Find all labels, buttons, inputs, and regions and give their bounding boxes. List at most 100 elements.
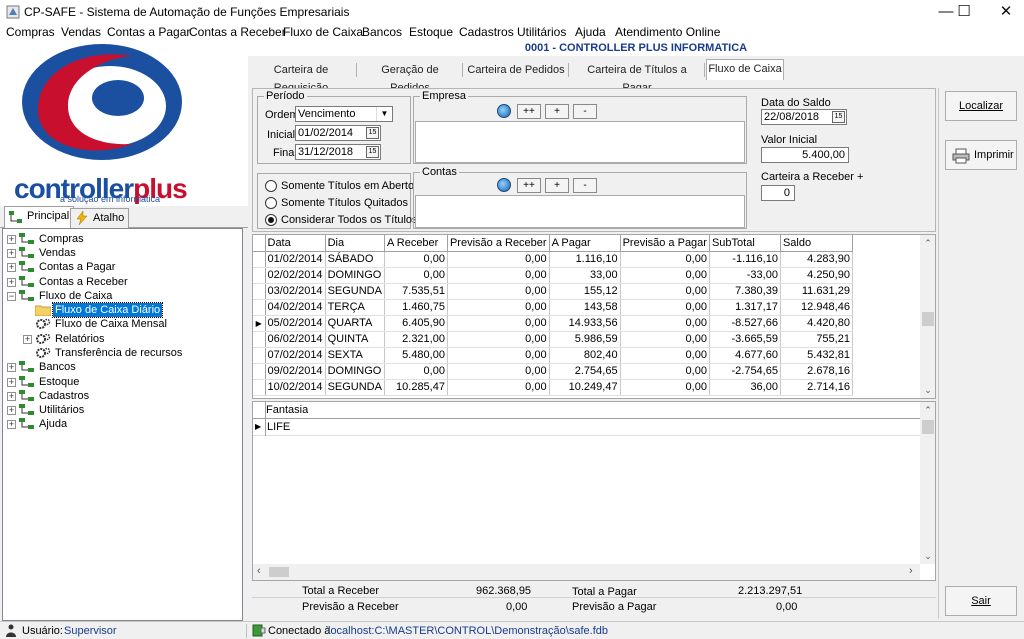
menu-bancos[interactable]: Bancos — [362, 24, 402, 40]
tab-carteira-titulos-pagar[interactable]: Carteira de Títulos a Pagar — [572, 61, 702, 94]
table-cell: 10.249,47 — [549, 379, 621, 396]
menu-cadastros[interactable]: Cadastros — [459, 24, 514, 40]
carteira-receber-input[interactable]: 0 — [761, 185, 795, 201]
menu-ajuda[interactable]: Ajuda — [575, 24, 606, 40]
menu-compras[interactable]: Compras — [6, 24, 55, 40]
radio-titulos-quitados[interactable]: Somente Títulos Quitados — [265, 196, 408, 210]
radio-todos-titulos[interactable]: Considerar Todos os Títulos — [265, 213, 418, 227]
tab-carteira-pedidos[interactable]: Carteira de Pedidos — [466, 61, 566, 80]
scroll-up-icon[interactable]: ⌃ — [920, 402, 935, 418]
contas-add-all-button[interactable]: ++ — [517, 178, 541, 193]
table-cell: 5.986,59 — [549, 331, 621, 348]
menu-bar: Compras Vendas Contas a Pagar Contas a R… — [0, 24, 1024, 40]
table-cell: 33,00 — [549, 267, 621, 284]
table-row[interactable]: 07/02/2014 SEXTA 5.480,00 0,00 802,40 0,00 4.6… — [253, 347, 853, 364]
calendar-icon[interactable]: 15 — [366, 127, 379, 139]
contas-list[interactable] — [415, 195, 745, 228]
column-header[interactable]: A Receber — [384, 235, 448, 252]
expand-icon[interactable]: + — [7, 363, 16, 372]
menu-utilitarios[interactable]: Utilitários — [517, 24, 566, 40]
inicial-date-field[interactable]: 01/02/2014 15 — [295, 125, 381, 141]
maximize-button[interactable]: ☐ — [944, 0, 984, 24]
ordem-select[interactable]: Vencimento ▼ — [295, 106, 393, 122]
contas-remove-button[interactable]: - — [573, 178, 597, 193]
module-tabs: Carteira de Requisição Geração de Pedido… — [248, 58, 938, 94]
gear-icon — [36, 318, 51, 329]
globe-icon[interactable] — [497, 178, 511, 192]
expand-icon[interactable]: + — [7, 278, 16, 287]
table-row[interactable]: 03/02/2014 SEGUNDA 7.535,51 0,00 155,12 0,00 7… — [253, 283, 853, 300]
contas-add-button[interactable]: + — [545, 178, 569, 193]
scroll-left-icon[interactable]: ‹ — [257, 565, 261, 577]
tab-carteira-requisicao[interactable]: Carteira de Requisição — [248, 61, 354, 94]
menu-estoque[interactable]: Estoque — [409, 24, 453, 40]
expand-icon[interactable]: + — [7, 235, 16, 244]
subgrid-vertical-scrollbar[interactable]: ⌃ ⌄ — [920, 402, 935, 564]
close-button[interactable]: ✕ — [986, 0, 1024, 24]
calendar-icon[interactable]: 15 — [832, 111, 845, 123]
fantasia-grid[interactable]: Fantasia ▶ LIFE ⌃ ⌄ ‹ › — [252, 401, 936, 581]
row-indicator — [253, 363, 266, 380]
table-cell: 4.250,90 — [780, 267, 853, 284]
expand-icon[interactable]: + — [7, 263, 16, 272]
table-row[interactable]: ▶ 05/02/2014 QUARTA 6.405,90 0,00 14.933,56 0,… — [253, 315, 853, 332]
menu-contas-a-receber[interactable]: Contas a Receber — [189, 24, 286, 40]
menu-vendas[interactable]: Vendas — [61, 24, 101, 40]
localizar-button[interactable]: Localizar — [945, 91, 1017, 121]
scroll-down-icon[interactable]: ⌄ — [920, 548, 935, 564]
scroll-thumb[interactable] — [922, 420, 934, 434]
data-saldo-field[interactable]: 22/08/2018 15 — [761, 109, 847, 125]
expand-icon[interactable]: + — [7, 392, 16, 401]
table-row[interactable]: 06/02/2014 QUINTA 2.321,00 0,00 5.986,59 0,00… — [253, 331, 853, 348]
empresa-add-button[interactable]: + — [545, 104, 569, 119]
carteira-receber-label: Carteira a Receber + — [761, 171, 864, 183]
tab-geracao-pedidos[interactable]: Geração de Pedidos — [360, 61, 460, 94]
table-row[interactable]: 09/02/2014 DOMINGO 0,00 0,00 2.754,65 0,00 -2.… — [253, 363, 853, 380]
menu-fluxo-de-caixa[interactable]: Fluxo de Caixa — [283, 24, 363, 40]
empresa-list[interactable] — [415, 121, 745, 163]
expand-icon[interactable]: + — [7, 249, 16, 258]
valor-inicial-input[interactable]: 5.400,00 — [761, 147, 849, 163]
table-cell: 04/02/2014 — [265, 299, 326, 316]
fantasia-header: Fantasia — [253, 402, 921, 419]
column-header[interactable]: Previsão a Pagar — [620, 235, 710, 252]
empresa-remove-button[interactable]: - — [573, 104, 597, 119]
table-row[interactable]: 01/02/2014 SÁBADO 0,00 0,00 1.116,10 0,00 -1.1… — [253, 251, 853, 268]
table-row[interactable]: 04/02/2014 TERÇA 1.460,75 0,00 143,58 0,00 1.3… — [253, 299, 853, 316]
tab-principal[interactable]: Principal — [4, 206, 75, 228]
column-header[interactable]: Previsão a Receber — [447, 235, 550, 252]
column-header[interactable]: SubTotal — [709, 235, 781, 252]
expand-icon[interactable]: + — [23, 335, 32, 344]
scroll-up-icon[interactable]: ⌃ — [920, 235, 935, 251]
column-header[interactable]: Dia — [325, 235, 385, 252]
menu-atendimento-online[interactable]: Atendimento Online — [615, 24, 720, 40]
calendar-icon[interactable]: 15 — [366, 146, 379, 158]
subgrid-horizontal-scrollbar[interactable]: ‹ › — [253, 564, 920, 580]
expand-icon[interactable]: + — [7, 406, 16, 415]
tab-fluxo-de-caixa[interactable]: Fluxo de Caixa — [706, 59, 784, 80]
scroll-right-icon[interactable]: › — [909, 565, 913, 577]
app-icon — [6, 5, 20, 19]
scroll-down-icon[interactable]: ⌄ — [920, 382, 935, 398]
sair-button[interactable]: Sair — [945, 586, 1017, 616]
column-header[interactable]: Saldo — [780, 235, 853, 252]
expand-icon[interactable]: + — [7, 378, 16, 387]
table-row[interactable]: 02/02/2014 DOMINGO 0,00 0,00 33,00 0,00 -33,00… — [253, 267, 853, 284]
tab-atalho[interactable]: Atalho — [70, 208, 130, 228]
globe-icon[interactable] — [497, 104, 511, 118]
scroll-thumb[interactable] — [922, 312, 934, 326]
scroll-thumb[interactable] — [269, 567, 289, 577]
imprimir-button[interactable]: Imprimir — [945, 140, 1017, 170]
column-header[interactable]: A Pagar — [549, 235, 621, 252]
column-header[interactable]: Data — [265, 235, 326, 252]
fantasia-row[interactable]: ▶ LIFE — [253, 419, 921, 436]
expand-icon[interactable]: + — [7, 420, 16, 429]
table-row[interactable]: 10/02/2014 SEGUNDA 10.285,47 0,00 10.249,47 0… — [253, 379, 853, 396]
final-date-field[interactable]: 31/12/2018 15 — [295, 144, 381, 160]
empresa-add-all-button[interactable]: ++ — [517, 104, 541, 119]
radio-titulos-aberto[interactable]: Somente Títulos em Aberto — [265, 179, 414, 193]
cashflow-grid[interactable]: Data Dia A Receber Previsão a Receber A Paga… — [252, 234, 936, 399]
grid-vertical-scrollbar[interactable]: ⌃ ⌄ — [920, 235, 935, 398]
collapse-icon[interactable]: − — [7, 292, 16, 301]
menu-contas-a-pagar[interactable]: Contas a Pagar — [107, 24, 190, 40]
